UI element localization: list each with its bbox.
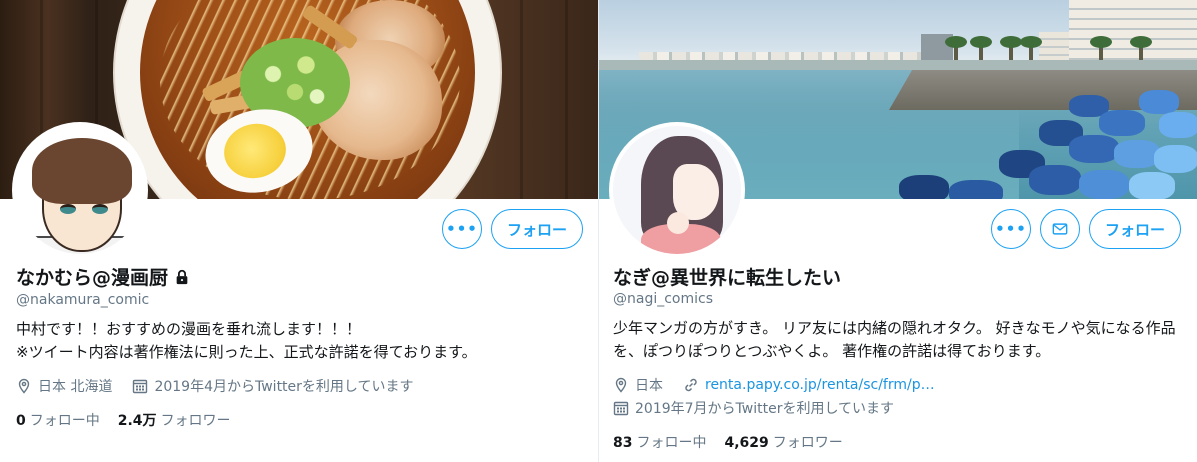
bio-line: 中村です！！おすすめの漫画を垂れ流します！！！ xyxy=(16,320,362,338)
message-button[interactable] xyxy=(1040,209,1080,249)
handle: @nagi_comics xyxy=(613,291,714,307)
follow-label: フォロー xyxy=(1104,220,1165,239)
location-text: 日本 北海道 xyxy=(38,379,113,395)
following-label: フォロー中 xyxy=(636,435,707,451)
follow-stats: 0 フォロー中 2.4万 フォロワー xyxy=(16,410,231,430)
display-name-text: なかむら@漫画厨 xyxy=(16,267,169,289)
followers-count: 4,629 xyxy=(724,435,769,451)
display-name-text: なぎ@異世界に転生したい xyxy=(613,267,842,289)
more-options-button[interactable]: ••• xyxy=(991,209,1031,249)
follow-stats: 83 フォロー中 4,629 フォロワー xyxy=(613,432,843,452)
link-icon xyxy=(683,377,699,393)
more-label: ••• xyxy=(446,220,478,238)
bio-line: ※ツイート内容は著作権法に則った上、正式な許諾を得ております。 xyxy=(16,343,477,361)
following-label: フォロー中 xyxy=(29,413,100,429)
profile-meta-row-1: 日本 renta.papy.co.jp/renta/sc/frm/p… xyxy=(613,375,935,395)
followers-link[interactable]: 2.4万 フォロワー xyxy=(118,410,231,430)
followers-link[interactable]: 4,629 フォロワー xyxy=(724,432,842,452)
bio-line: を、ぽつりぽつりとつぶやくよ。 著作権の許諾は得ております。 xyxy=(613,342,1051,360)
follow-button[interactable]: フォロー xyxy=(1089,209,1181,249)
lock-icon xyxy=(174,269,190,285)
more-label: ••• xyxy=(995,220,1027,238)
joined-date: 2019年7月からTwitterを利用しています xyxy=(635,401,895,417)
mail-icon xyxy=(1052,221,1068,237)
followers-label: フォロワー xyxy=(160,413,231,429)
website-link[interactable]: renta.papy.co.jp/renta/sc/frm/p… xyxy=(705,377,935,393)
following-link[interactable]: 83 フォロー中 xyxy=(613,432,706,452)
profile-meta-row-2: 2019年7月からTwitterを利用しています xyxy=(613,398,894,418)
calendar-icon xyxy=(613,400,629,416)
calendar-icon xyxy=(132,378,148,394)
profile-meta: 日本 北海道 2019年4月からTwitterを利用しています xyxy=(16,376,414,396)
bio: 少年マンガの方がすき。 リア友には内緒の隠れオタク。 好きなモノや気になる作品 … xyxy=(613,317,1189,363)
follow-label: フォロー xyxy=(506,220,567,239)
followers-count: 2.4万 xyxy=(117,413,157,429)
display-name: なぎ@異世界に転生したい xyxy=(613,263,841,290)
location-pin-icon xyxy=(16,378,32,394)
profile-card-nagi: ••• フォロー なぎ@異世界に転生したい @nagi_comics 少年マンガ… xyxy=(599,0,1197,462)
location-text: 日本 xyxy=(635,378,663,394)
profile-card-nakamura: ••• フォロー なかむら@漫画厨 @nakamura_comic 中村です！！… xyxy=(0,0,598,462)
following-count: 83 xyxy=(613,435,633,451)
following-link[interactable]: 0 フォロー中 xyxy=(16,410,100,430)
followers-label: フォロワー xyxy=(772,435,843,451)
display-name: なかむら@漫画厨 xyxy=(16,263,190,290)
avatar[interactable] xyxy=(12,122,148,258)
location-pin-icon xyxy=(613,377,629,393)
handle: @nakamura_comic xyxy=(16,292,150,308)
joined-date: 2019年4月からTwitterを利用しています xyxy=(154,379,414,395)
avatar[interactable] xyxy=(609,122,745,258)
follow-button[interactable]: フォロー xyxy=(491,209,583,249)
bio: 中村です！！おすすめの漫画を垂れ流します！！！ ※ツイート内容は著作権法に則った… xyxy=(16,318,586,364)
following-count: 0 xyxy=(16,413,26,429)
more-options-button[interactable]: ••• xyxy=(442,209,482,249)
bio-line: 少年マンガの方がすき。 リア友には内緒の隠れオタク。 好きなモノや気になる作品 xyxy=(613,319,1176,337)
